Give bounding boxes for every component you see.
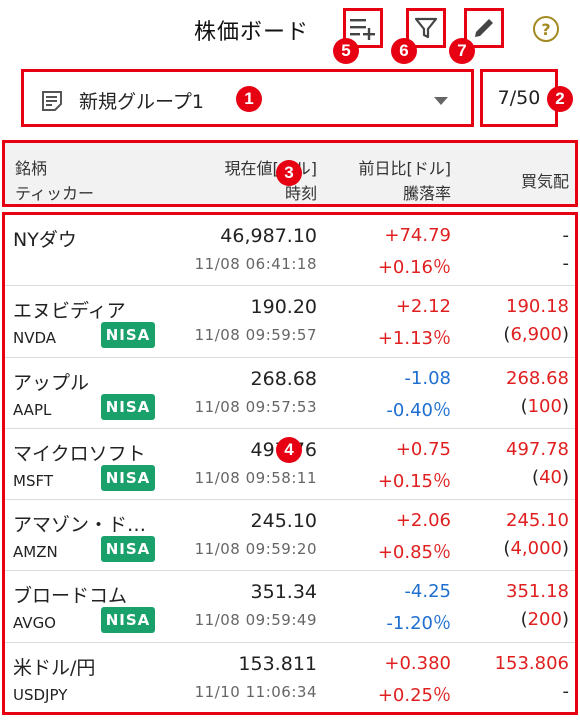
col-change: 前日比[ドル] [358,159,452,178]
stock-name: アマゾン・ド… [13,514,147,537]
bid-price: 190.18 [506,296,569,318]
change-percent: +0.16％ [377,257,451,278]
price-time: 11/08 09:59:57 [194,326,317,345]
col-price: 現在値[ドル] [224,159,318,178]
ticker: AVGO [13,614,56,633]
pencil-icon [475,19,493,37]
bid-price: 153.806 [494,652,569,674]
bid-quantity: (100) [520,395,569,417]
bid-price: 497.78 [506,438,569,460]
ticker: AAPL [13,400,52,419]
callout-badge-6: 6 [391,38,417,64]
price-time: 11/08 06:41:18 [194,255,317,273]
price-change: +2.06 [395,510,451,532]
col-bid: 買気配 [520,172,569,191]
ticker: NVDA [13,329,57,348]
bid-price: 245.10 [506,510,569,532]
stock-name: マイクロソフト [13,442,146,465]
price-change: +0.380 [384,652,451,674]
help-icon[interactable]: ? [533,16,559,42]
stock-name: NYダウ [13,229,77,251]
ticker: USDJPY [13,685,68,704]
bid-quantity: (4,000) [503,538,569,560]
change-percent: -0.40％ [386,399,451,421]
current-price: 245.10 [250,510,317,533]
nisa-badge: NISA [101,607,155,634]
note-icon [42,91,62,111]
bid-price: 351.18 [506,581,569,603]
chevron-down-icon [434,97,448,105]
nisa-badge: NISA [101,464,155,491]
ticker: AMZN [13,543,58,562]
change-percent: +1.13％ [377,328,451,350]
bid-price: - [562,225,570,246]
price-change: +2.12 [395,296,451,318]
stock-name: ブロードコム [13,585,128,608]
bid-quantity: (40) [532,466,569,488]
col-ticker: ティッカー [15,184,95,203]
change-percent: +0.15％ [377,470,451,492]
current-price: 190.20 [250,296,317,319]
price-time: 11/08 09:59:49 [194,611,317,630]
callout-badge-1: 1 [236,86,262,112]
bid-quantity: (6,900) [503,324,569,346]
table-row[interactable]: アップル AAPL NISA 268.68 11/08 09:57:53 -1.… [5,358,575,429]
table-row[interactable]: 米ドル/円 USDJPY 153.811 11/10 11:06:34 +0.3… [5,643,575,714]
top-bar: 株価ボード ? [0,0,580,62]
add-to-list-icon [350,19,375,40]
bid-price: 268.68 [506,367,569,389]
change-percent: +0.25％ [377,684,451,706]
change-percent: +0.85％ [377,542,451,564]
stock-name: アップル [13,371,90,394]
callout-badge-3: 3 [276,160,302,186]
callout-badge-7: 7 [449,38,475,64]
filter-icon [414,17,438,39]
stock-list: NYダウ 46,987.10 11/08 06:41:18 +74.79 +0.… [2,212,578,715]
bid-quantity: - [562,680,570,702]
table-row[interactable]: ブロードコム AVGO NISA 351.34 11/08 09:59:49 -… [5,571,575,643]
nisa-badge: NISA [101,536,155,563]
table-row[interactable]: NYダウ 46,987.10 11/08 06:41:18 +74.79 +0.… [5,215,575,287]
callout-badge-2: 2 [547,86,573,112]
ticker: MSFT [13,471,53,490]
price-change: +0.75 [395,438,451,460]
price-time: 11/10 11:06:34 [194,682,317,701]
price-time: 11/08 09:59:20 [194,540,317,559]
table-row[interactable]: アマゾン・ド… AMZN NISA 245.10 11/08 09:59:20 … [5,500,575,572]
table-row[interactable]: エヌビディア NVDA NISA 190.20 11/08 09:59:57 +… [5,286,575,358]
col-name: 銘柄 [15,159,48,178]
current-price: 46,987.10 [220,225,317,247]
price-time: 11/08 09:57:53 [194,397,317,416]
bid-quantity: (200) [520,609,569,631]
change-percent: -1.20％ [386,613,451,635]
price-change: -4.25 [404,581,451,603]
col-pct: 騰落率 [402,184,451,203]
price-time: 11/08 09:58:11 [194,468,317,487]
stock-name: エヌビディア [13,300,126,323]
page-title: 株価ボード [194,20,310,45]
callout-badge-4: 4 [276,437,302,463]
stock-name: 米ドル/円 [13,656,96,679]
nisa-badge: NISA [101,393,155,420]
callout-badge-5: 5 [333,38,359,64]
price-change: +74.79 [384,225,451,246]
current-price: 153.811 [238,652,317,675]
nisa-badge: NISA [101,322,155,349]
current-price: 351.34 [250,581,317,604]
group-name: 新規グループ1 [79,91,204,113]
bid-quantity: - [562,253,570,274]
price-change: -1.08 [404,367,451,389]
current-price: 268.68 [250,367,317,390]
